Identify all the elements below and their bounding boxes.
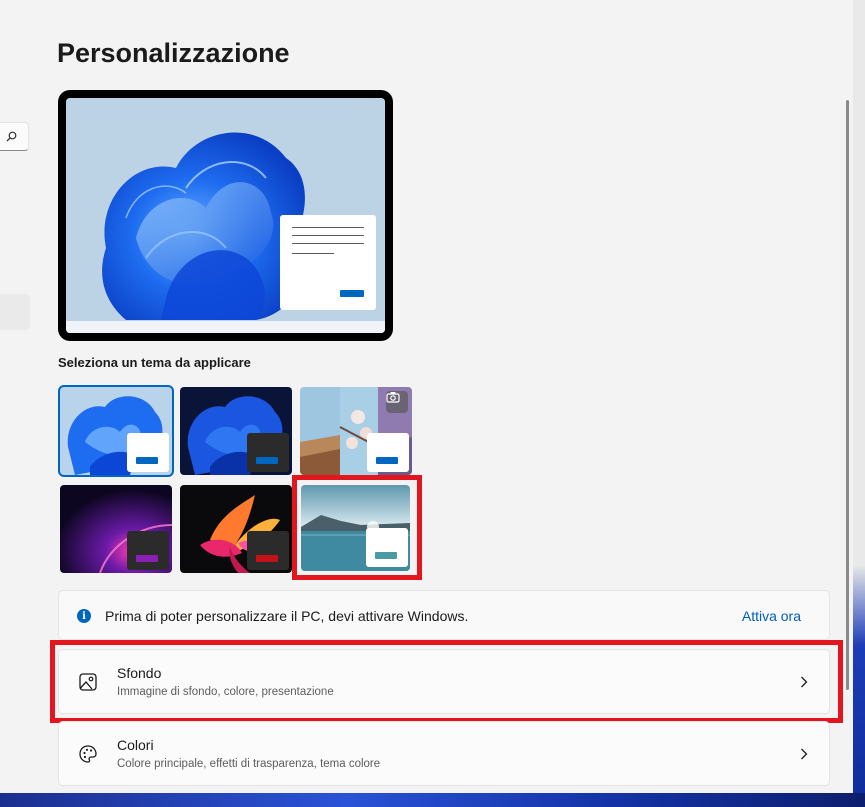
preview-line: [292, 235, 364, 236]
preview-line: [292, 227, 364, 228]
preview-line: [292, 243, 364, 244]
theme-accent: [136, 457, 158, 464]
theme-accent: [136, 555, 158, 562]
theme-windows-light[interactable]: [60, 387, 172, 475]
setting-subtitle: Immagine di sfondo, colore, presentazion…: [117, 686, 334, 698]
chevron-right-icon: [801, 748, 808, 760]
theme-windows-dark[interactable]: [180, 387, 292, 475]
theme-accent: [256, 457, 278, 464]
camera-icon: [386, 391, 408, 413]
image-icon: [79, 673, 97, 691]
scrollbar[interactable]: [846, 100, 849, 690]
theme-card: [367, 433, 409, 472]
desktop-wallpaper-edge: [853, 0, 865, 807]
setting-colori[interactable]: Colori Colore principale, effetti di tra…: [58, 721, 830, 786]
palette-icon: [79, 745, 97, 763]
theme-captured-motion[interactable]: [180, 485, 292, 573]
theme-card: [247, 531, 289, 570]
theme-card: [366, 528, 408, 567]
theme-card: [127, 531, 169, 570]
theme-accent: [375, 552, 397, 559]
theme-section-label: Seleziona un tema da applicare: [58, 355, 251, 370]
nav-item-personalizzazione[interactable]: [0, 294, 30, 330]
theme-accent: [256, 555, 278, 562]
page-title: Personalizzazione: [57, 38, 290, 68]
activation-message: Prima di poter personalizzare il PC, dev…: [105, 608, 469, 624]
activate-now-link[interactable]: Attiva ora: [742, 608, 801, 624]
search-icon: [6, 131, 17, 142]
theme-card: [127, 433, 169, 472]
navigation-pane: [0, 0, 32, 793]
preview-window: [280, 215, 376, 310]
setting-subtitle: Colore principale, effetti di trasparenz…: [117, 758, 381, 770]
theme-preview: [58, 90, 393, 341]
preview-line: [292, 253, 334, 254]
desktop-wallpaper-bottom: [0, 793, 865, 807]
theme-card: [247, 433, 289, 472]
setting-title: Colori: [117, 737, 154, 753]
theme-glow[interactable]: [60, 485, 172, 573]
search-input[interactable]: [0, 122, 29, 151]
theme-flow[interactable]: [301, 485, 410, 571]
preview-desktop: [66, 98, 385, 333]
setting-title: Sfondo: [117, 665, 162, 681]
preview-button: [340, 290, 364, 297]
theme-accent: [376, 457, 398, 464]
theme-windows-spotlight[interactable]: [300, 387, 412, 475]
setting-sfondo[interactable]: Sfondo Immagine di sfondo, colore, prese…: [58, 649, 830, 714]
chevron-right-icon: [801, 676, 808, 688]
info-icon: i: [77, 609, 91, 623]
preview-taskbar: [66, 321, 385, 333]
settings-window: Personalizzazione Seleziona un tema da a…: [0, 0, 853, 793]
activation-notice: i Prima di poter personalizzare il PC, d…: [58, 590, 830, 640]
